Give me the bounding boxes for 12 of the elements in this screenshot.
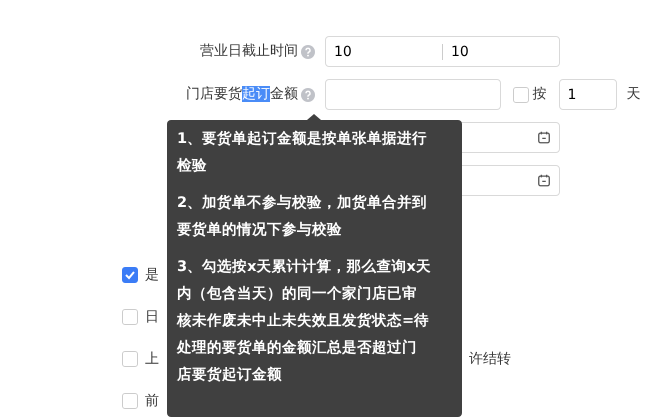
checkbox-label: 上 — [145, 350, 159, 368]
checkbox-label: 按 — [532, 85, 546, 104]
tooltip-text: 2、加货单不参与校验，加货单合并到 要货单的情况下参与校验 — [177, 194, 428, 240]
checkbox-label: 日 — [145, 308, 159, 326]
tooltip-text: 1、要货单起订金额是按单张单据进行 检验 — [177, 130, 428, 176]
checkbox-label: 许结转 — [469, 350, 511, 368]
checkbox-label: 前 — [145, 392, 159, 410]
unit-label: 天 — [626, 85, 640, 104]
field-label: 门店要货起订金额 — [186, 85, 298, 104]
field-label: 营业日截止时间 — [200, 42, 298, 61]
tooltip-text: 3、勾选按x天累计计算，那么查询x天 内（包含当天）的同一个家门店已审 核未作废未中止未失效且发货状态=待 处理的要货单的金额汇总是否超过门 店要货起订金额 — [177, 258, 432, 385]
checkbox-label: 是 — [145, 266, 159, 284]
